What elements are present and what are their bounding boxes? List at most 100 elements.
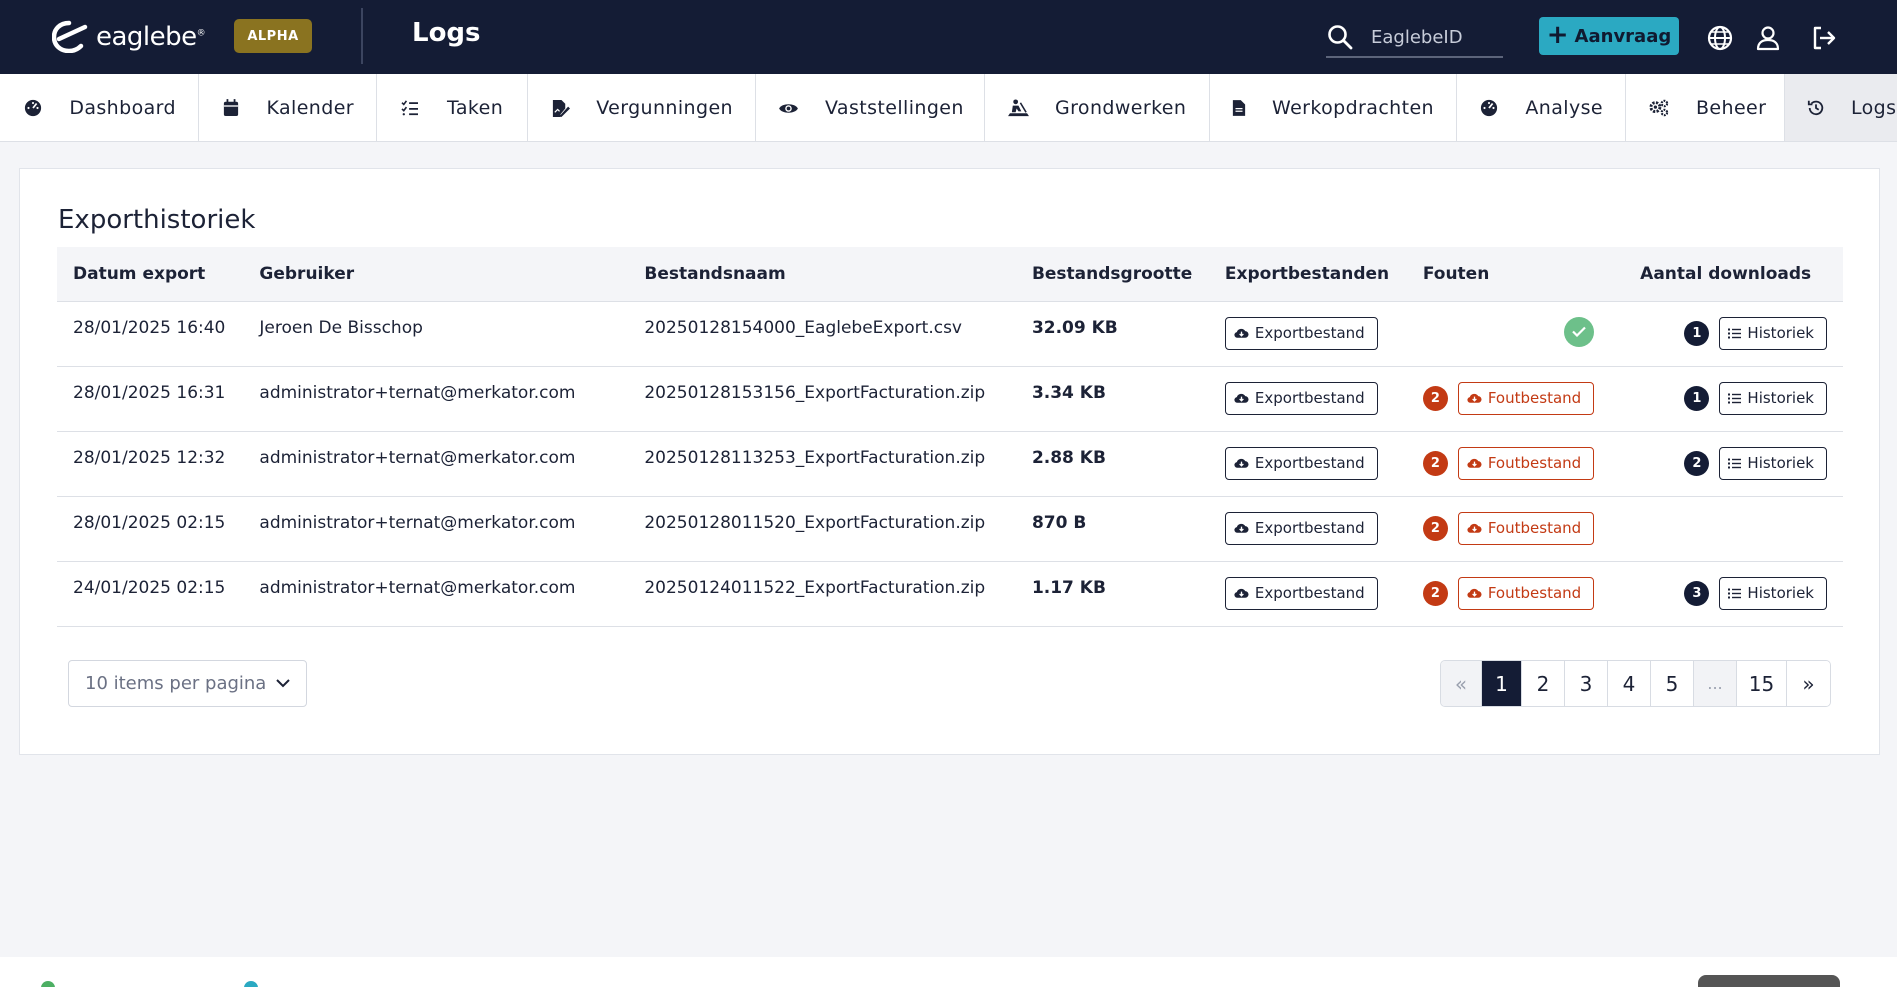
history-button[interactable]: Historiek xyxy=(1719,576,1827,610)
col-header-filename[interactable]: Bestandsnaam xyxy=(628,247,1016,302)
cloud-download-icon xyxy=(1467,523,1482,533)
aanvraag-button[interactable]: + Aanvraag xyxy=(1539,17,1679,55)
list-icon xyxy=(1728,328,1742,338)
top-bar: eaglebe® ALPHA Logs + Aanvraag xyxy=(0,0,1897,74)
error-file-button[interactable]: Foutbestand xyxy=(1457,381,1595,415)
cloud-download-icon xyxy=(1234,393,1249,403)
error-file-label: Foutbestand xyxy=(1487,454,1582,472)
pagination-page[interactable]: 5 xyxy=(1651,661,1694,706)
export-file-cell: Exportbestand xyxy=(1209,301,1407,366)
export-history-card: Exporthistoriek Datum export Gebruiker B… xyxy=(19,168,1880,755)
downloads-cell: 1 Historiek xyxy=(1624,301,1843,366)
search-icon[interactable] xyxy=(1327,24,1353,50)
nav-item-taken[interactable]: Taken xyxy=(377,74,528,141)
eaglebe-logo-icon xyxy=(52,20,88,53)
user-icon[interactable] xyxy=(1754,24,1782,52)
globe-icon[interactable] xyxy=(1706,24,1734,52)
pagination: « 1 2 3 4 5 ... 15 » xyxy=(1440,660,1831,707)
pagination-page[interactable]: 3 xyxy=(1565,661,1608,706)
history-label: Historiek xyxy=(1747,584,1814,602)
digging-icon xyxy=(1007,97,1029,119)
history-icon xyxy=(1807,97,1825,119)
user-name: administrator+ternat@merkator.com xyxy=(259,447,576,468)
search-input[interactable] xyxy=(1371,26,1491,48)
pagination-page[interactable]: 15 xyxy=(1737,661,1787,706)
col-header-exportfiles: Exportbestanden xyxy=(1208,247,1407,302)
gears-icon xyxy=(1648,97,1670,119)
history-button[interactable]: Historiek xyxy=(1719,316,1827,350)
page-title: Logs xyxy=(412,18,481,48)
table-row: 28/01/2025 02:15 administrator+ternat@mer… xyxy=(57,496,1843,561)
nav-item-beheer[interactable]: Beheer xyxy=(1626,74,1785,141)
nav-item-dashboard[interactable]: Dashboard xyxy=(0,74,199,141)
export-file-label: Exportbestand xyxy=(1254,519,1365,537)
status-dot xyxy=(41,981,55,987)
history-button[interactable]: Historiek xyxy=(1719,381,1827,415)
nav-item-vergunningen[interactable]: Vergunningen xyxy=(528,74,756,141)
list-icon xyxy=(1728,588,1742,598)
items-per-page-select[interactable]: 10 items per pagina xyxy=(68,660,307,707)
nav-label: Kalender xyxy=(266,97,354,119)
pagination-prev[interactable]: « xyxy=(1441,661,1482,706)
nav-item-werkopdrachten[interactable]: Werkopdrachten xyxy=(1210,74,1457,141)
nav-item-logs[interactable]: Logs xyxy=(1785,74,1897,141)
footer-widget[interactable] xyxy=(1698,975,1840,987)
success-check-icon xyxy=(1564,316,1595,347)
file-name: 20250128153156_ExportFacturation.zip xyxy=(644,382,986,403)
export-file-button[interactable]: Exportbestand xyxy=(1224,446,1378,480)
logo-text: eaglebe® xyxy=(96,21,206,52)
cloud-download-icon xyxy=(1234,588,1249,598)
export-file-button[interactable]: Exportbestand xyxy=(1224,381,1378,415)
logout-icon[interactable] xyxy=(1810,24,1838,52)
pagination-ellipsis: ... xyxy=(1694,661,1737,706)
export-file-button[interactable]: Exportbestand xyxy=(1224,576,1378,610)
nav-label: Analyse xyxy=(1525,97,1603,119)
nav-label: Beheer xyxy=(1696,97,1767,119)
error-file-button[interactable]: Foutbestand xyxy=(1457,576,1595,610)
col-header-user[interactable]: Gebruiker xyxy=(243,247,629,302)
aanvraag-label: Aanvraag xyxy=(1574,25,1672,47)
errors-cell: 2 Foutbestand xyxy=(1407,431,1624,496)
pagination-next[interactable]: » xyxy=(1787,661,1830,706)
file-size: 870 B xyxy=(1031,512,1087,533)
export-file-button[interactable]: Exportbestand xyxy=(1224,511,1378,545)
user-name: Jeroen De Bisschop xyxy=(259,317,423,338)
download-count-badge: 1 xyxy=(1684,320,1710,346)
pagination-page[interactable]: 4 xyxy=(1608,661,1651,706)
download-count-badge: 2 xyxy=(1684,450,1710,476)
file-size: 2.88 KB xyxy=(1031,447,1106,468)
export-file-cell: Exportbestand xyxy=(1209,496,1407,561)
file-name: 20250124011522_ExportFacturation.zip xyxy=(644,577,986,598)
history-button[interactable]: Historiek xyxy=(1719,446,1827,480)
nav-item-kalender[interactable]: Kalender xyxy=(199,74,377,141)
col-header-date[interactable]: Datum export xyxy=(57,247,244,302)
error-file-button[interactable]: Foutbestand xyxy=(1457,446,1595,480)
export-date: 28/01/2025 16:31 xyxy=(73,382,226,403)
download-count-badge: 1 xyxy=(1684,385,1710,411)
table-row: 24/01/2025 02:15 administrator+ternat@mer… xyxy=(57,561,1843,626)
plus-icon: + xyxy=(1546,20,1569,50)
pagination-page[interactable]: 2 xyxy=(1522,661,1565,706)
analysis-icon xyxy=(1479,97,1499,119)
nav-item-vaststellingen[interactable]: Vaststellingen xyxy=(756,74,985,141)
eaglebe-logo[interactable]: eaglebe® xyxy=(52,20,206,53)
table-row: 28/01/2025 12:32 administrator+ternat@mer… xyxy=(57,431,1843,496)
table-row: 28/01/2025 16:40 Jeroen De Bisschop 202501… xyxy=(57,301,1843,366)
error-count-badge: 2 xyxy=(1422,515,1448,541)
error-count-badge: 2 xyxy=(1422,450,1448,476)
search-box xyxy=(1326,18,1503,58)
alpha-badge: ALPHA xyxy=(234,19,312,53)
error-file-button[interactable]: Foutbestand xyxy=(1457,511,1595,545)
footer-bar xyxy=(0,957,1897,987)
eye-icon xyxy=(778,97,799,119)
errors-cell xyxy=(1407,301,1624,366)
nav-item-analyse[interactable]: Analyse xyxy=(1457,74,1626,141)
nav-item-grondwerken[interactable]: Grondwerken xyxy=(985,74,1210,141)
cloud-download-icon xyxy=(1234,523,1249,533)
error-file-label: Foutbestand xyxy=(1487,389,1582,407)
pagination-page[interactable]: 1 xyxy=(1482,661,1522,706)
table-header-row: Datum export Gebruiker Bestandsnaam Best… xyxy=(57,247,1843,302)
export-file-button[interactable]: Exportbestand xyxy=(1224,316,1378,350)
col-header-filesize[interactable]: Bestandsgrootte xyxy=(1015,247,1209,302)
nav-label: Werkopdrachten xyxy=(1272,97,1434,119)
